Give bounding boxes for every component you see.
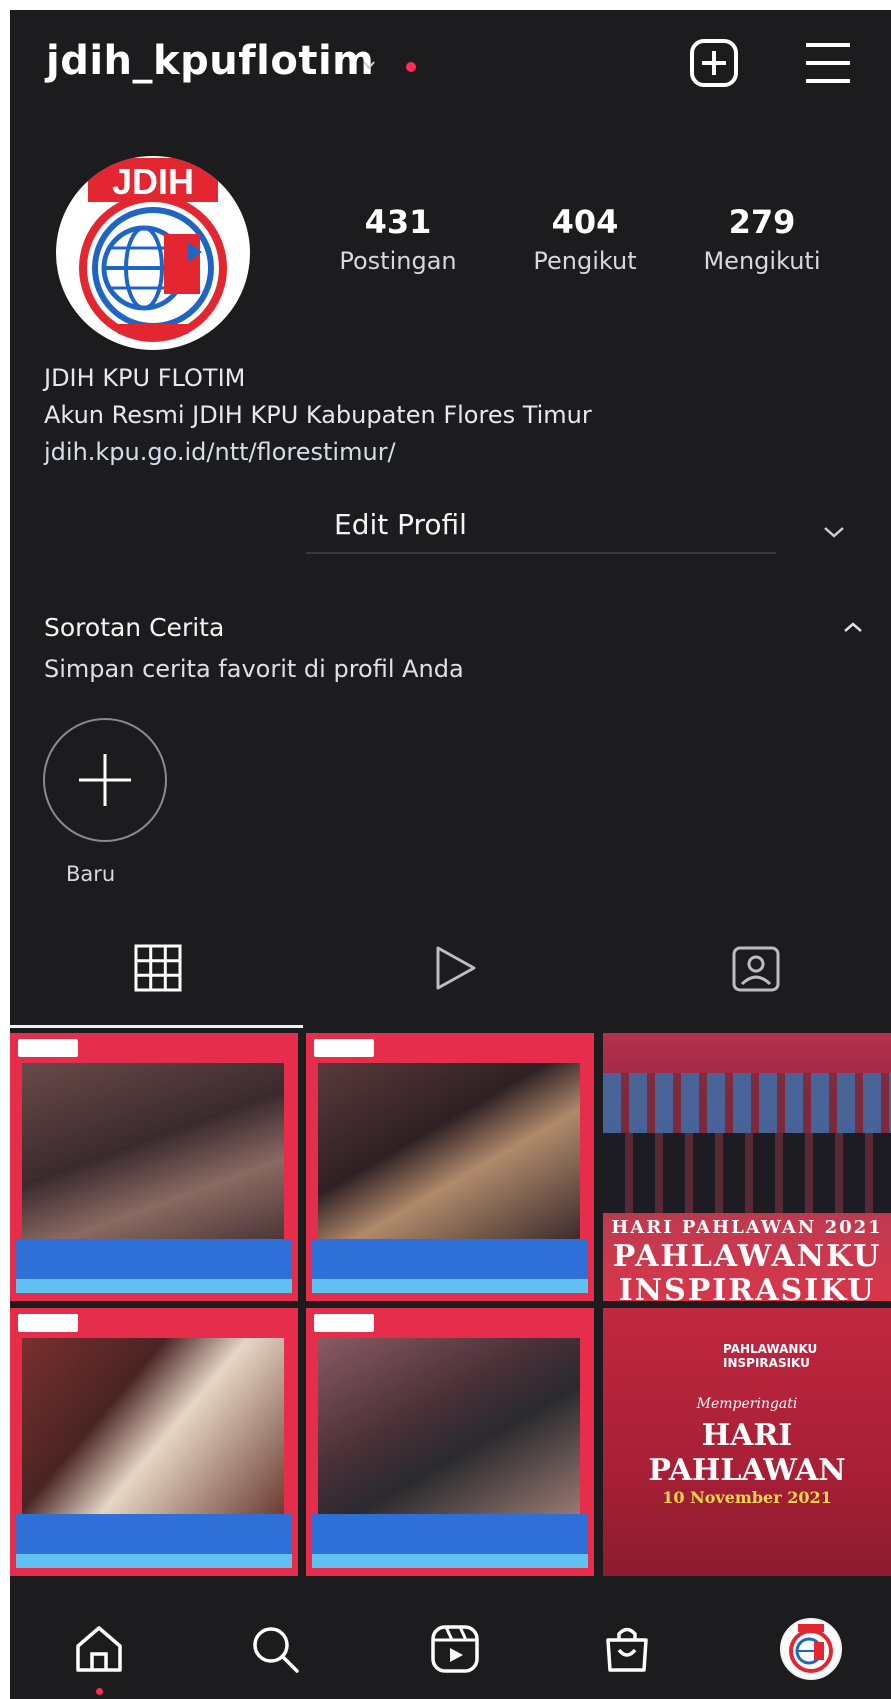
notification-dot [406, 62, 416, 72]
post-text: Memperingati [696, 1396, 798, 1412]
grid-tab-icon[interactable] [130, 940, 186, 996]
stat-followers-count: 404 [551, 203, 619, 241]
post-caption-strip [312, 1279, 588, 1293]
post-thumbnail[interactable]: HARI PAHLAWAN 2021 PAHLAWANKU INSPIRASIK… [603, 1033, 891, 1301]
profile-avatar[interactable]: JDIH [56, 156, 250, 350]
stat-posts-count: 431 [364, 203, 432, 241]
stat-followers-label: Pengikut [533, 247, 637, 275]
post-thumbnail[interactable] [10, 1308, 298, 1576]
post-thumbnail[interactable] [306, 1033, 594, 1301]
highlights-title: Sorotan Cerita [44, 613, 225, 642]
post-photo [22, 1063, 284, 1241]
plus-icon [79, 754, 131, 806]
post-text: 10 November 2021 [662, 1488, 832, 1507]
reels-icon[interactable] [428, 1622, 482, 1676]
menu-icon[interactable] [800, 35, 856, 91]
post-caption-strip [312, 1554, 588, 1568]
post-logo [314, 1314, 374, 1332]
search-icon[interactable] [248, 1622, 302, 1676]
post-photo [318, 1063, 580, 1241]
jdih-logo-icon: JDIH [79, 158, 227, 342]
post-caption-bar [16, 1514, 292, 1554]
bottom-navigation [10, 1590, 891, 1699]
post-caption-strip [16, 1279, 292, 1293]
profile-link[interactable]: jdih.kpu.go.id/ntt/florestimur/ [44, 434, 592, 471]
post-caption-bar [312, 1239, 588, 1279]
account-username[interactable]: jdih_kpuflotim [46, 38, 374, 84]
post-photo [318, 1338, 580, 1516]
post-logo [314, 1039, 374, 1057]
collapse-chevron-icon[interactable] [842, 620, 864, 634]
stat-posts-label: Postingan [339, 247, 457, 275]
home-icon[interactable] [72, 1622, 126, 1676]
post-text: PAHLAWANKU INSPIRASIKU [723, 1342, 818, 1370]
edit-profile-button[interactable]: Edit Profil [306, 502, 776, 554]
stat-following-count: 279 [728, 203, 796, 241]
top-bar: jdih_kpuflotim [10, 10, 891, 120]
profile-bio: JDIH KPU FLOTIM Akun Resmi JDIH KPU Kabu… [44, 360, 592, 471]
suggestions-chevron-icon[interactable] [822, 524, 846, 540]
profile-nav-avatar[interactable] [780, 1618, 842, 1680]
jdih-logo-icon [789, 1624, 833, 1673]
post-photo [22, 1338, 284, 1516]
post-text: PAHLAWANKU [612, 1239, 882, 1274]
account-switch-chevron-icon[interactable] [362, 58, 376, 72]
stat-followers[interactable]: 404 Pengikut [505, 203, 665, 275]
post-text: INSPIRASIKU [618, 1273, 876, 1301]
stat-posts[interactable]: 431 Postingan [318, 203, 478, 275]
profile-name: JDIH KPU FLOTIM [44, 364, 246, 392]
stat-following-label: Mengikuti [703, 247, 821, 275]
active-tab-indicator [10, 1025, 303, 1028]
shop-icon[interactable] [600, 1622, 654, 1676]
post-thumbnail[interactable] [306, 1308, 594, 1576]
tagged-tab-icon[interactable] [728, 940, 784, 996]
post-photo-foreground [603, 1133, 891, 1213]
stat-following[interactable]: 279 Mengikuti [682, 203, 842, 275]
instagram-profile-screen: jdih_kpuflotim JDIH 431 Postingan 404 Pe… [10, 10, 891, 1699]
profile-description: Akun Resmi JDIH KPU Kabupaten Flores Tim… [44, 401, 592, 429]
post-thumbnail[interactable] [10, 1033, 298, 1301]
post-thumbnail[interactable]: PAHLAWANKU INSPIRASIKU Memperingati HARI… [603, 1308, 891, 1576]
post-text: HARI PAHLAWAN 2021 [611, 1217, 883, 1238]
new-highlight-label: Baru [66, 862, 116, 886]
post-caption-bar [312, 1514, 588, 1554]
post-text: HARI PAHLAWAN [648, 1418, 846, 1488]
post-logo [18, 1039, 78, 1057]
reels-tab-icon[interactable] [428, 940, 484, 996]
post-caption-bar [16, 1239, 292, 1279]
post-caption-strip [16, 1554, 292, 1568]
new-highlight-button[interactable] [43, 718, 167, 842]
new-post-icon[interactable] [686, 35, 742, 91]
home-active-dot [96, 1688, 103, 1695]
post-logo [18, 1314, 78, 1332]
edit-profile-label: Edit Profil [334, 508, 467, 541]
highlights-subtitle: Simpan cerita favorit di profil Anda [44, 655, 464, 683]
